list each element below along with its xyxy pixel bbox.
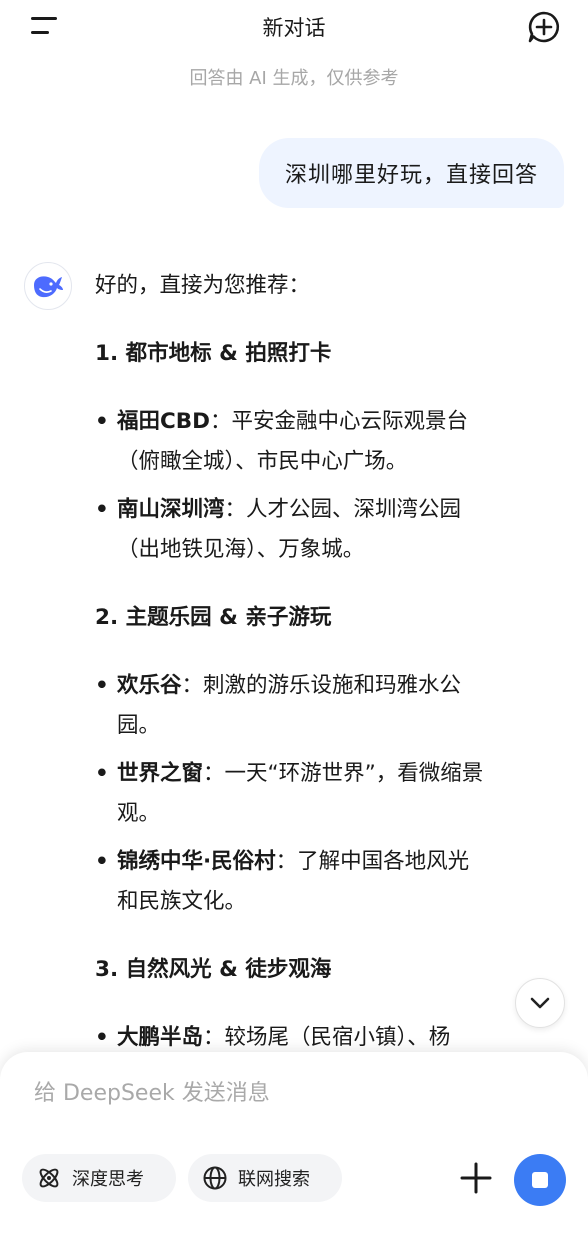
message-composer: 深度思考 联网搜索 [0, 1052, 588, 1236]
list-item-text: ：较场尾（民宿小镇）、杨 [203, 1025, 451, 1050]
list-item-text-cont: （俯瞰全城）、市民中心广场。 [117, 449, 408, 474]
user-message-text: 深圳哪里好玩，直接回答 [284, 163, 538, 188]
list-item-text: ：平安金融中心云际观景台 [210, 409, 469, 434]
stop-generating-button[interactable] [514, 1154, 566, 1206]
scroll-to-bottom-button[interactable] [515, 978, 565, 1028]
list-item-name: 世界之窗 [117, 761, 204, 786]
deepseek-whale-icon [34, 276, 63, 298]
disclaimer-text: 回答由 AI 生成，仅供参考 [189, 68, 399, 89]
list-item-text-cont: 园。 [117, 713, 161, 738]
stop-icon [532, 1172, 548, 1188]
web-search-toggle[interactable]: 联网搜索 [188, 1154, 342, 1202]
top-bar: 新对话 [0, 0, 588, 60]
new-chat-icon[interactable] [526, 9, 562, 45]
page-title: 新对话 [262, 16, 326, 40]
web-search-label: 联网搜索 [238, 1169, 310, 1190]
list-item-name: 大鹏半岛 [117, 1025, 204, 1050]
message-input[interactable] [32, 1080, 536, 1107]
list-item-text-cont: 观。 [117, 801, 161, 826]
list-item: • 南山深圳湾：人才公园、深圳湾公园 （出地铁见海）、万象城。 [95, 490, 555, 570]
plus-icon[interactable] [456, 1158, 496, 1198]
list-item-name: 欢乐谷 [117, 673, 182, 698]
globe-icon [203, 1166, 227, 1190]
answer-intro: 好的，直接为您推荐： [95, 273, 311, 298]
list-item-text: ：了解中国各地风光 [275, 849, 470, 874]
section-heading: 3. 自然风光 & 徒步观海 [95, 957, 332, 982]
deep-think-toggle[interactable]: 深度思考 [22, 1154, 176, 1202]
section-heading: 1. 都市地标 & 拍照打卡 [95, 341, 332, 366]
list-item-text-cont: （出地铁见海）、万象城。 [117, 537, 365, 562]
list-item: • 欢乐谷：刺激的游乐设施和玛雅水公 园。 [95, 666, 555, 746]
list-item-name: 福田CBD [117, 409, 211, 434]
atom-icon [39, 1168, 59, 1188]
list-item-text: ：一天“环游世界”，看微缩景 [203, 761, 484, 786]
list-item-text: ：人才公园、深圳湾公园 [224, 497, 462, 522]
deep-think-label: 深度思考 [72, 1169, 144, 1190]
list-item: • 锦绣中华·民俗村：了解中国各地风光 和民族文化。 [95, 842, 555, 922]
user-message-bubble: 深圳哪里好玩，直接回答 [258, 138, 564, 208]
list-item-name: 南山深圳湾 [117, 497, 225, 522]
deepseek-avatar [24, 262, 72, 310]
list-item-name: 锦绣中华·民俗村 [117, 849, 276, 874]
section-heading: 2. 主题乐园 & 亲子游玩 [95, 605, 332, 630]
chevron-down-icon [530, 997, 550, 1009]
list-item: • 世界之窗：一天“环游世界”，看微缩景 观。 [95, 754, 555, 834]
list-item-text: ：刺激的游乐设施和玛雅水公 [181, 673, 462, 698]
list-item: • 福田CBD：平安金融中心云际观景台 （俯瞰全城）、市民中心广场。 [95, 402, 555, 482]
list-item-text-cont: 和民族文化。 [117, 889, 247, 914]
